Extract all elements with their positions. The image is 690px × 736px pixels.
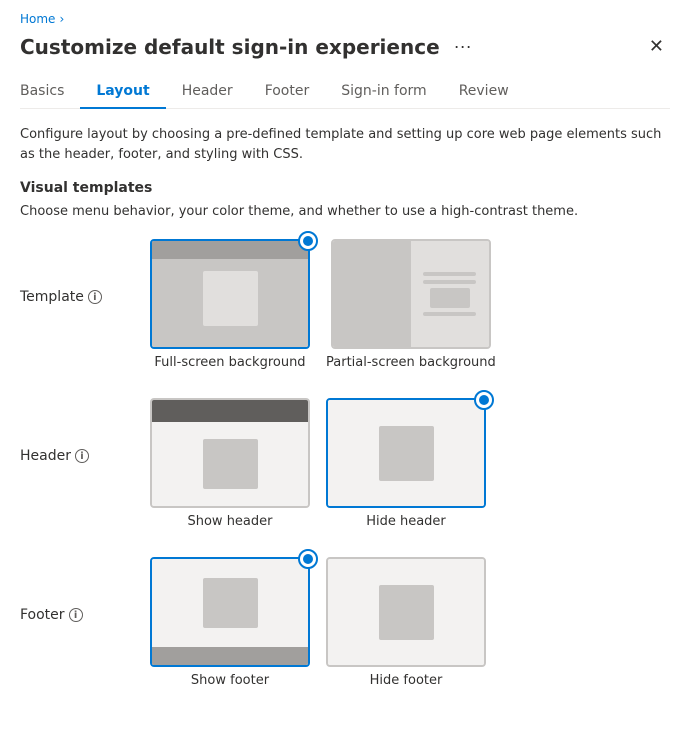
tab-review[interactable]: Review	[443, 75, 525, 109]
footer-label: Footer i	[20, 557, 150, 623]
partial-right	[411, 241, 489, 347]
hide-footer-preview	[328, 559, 484, 665]
footer-option-show[interactable]: Show footer	[150, 557, 310, 688]
page-title: Customize default sign-in experience	[20, 35, 440, 59]
partial-line-2	[423, 280, 476, 284]
hide-header-inner	[379, 426, 434, 481]
tab-basics[interactable]: Basics	[20, 75, 80, 109]
header-row: Header i Show header	[20, 398, 670, 529]
footer-row: Footer i Show footer	[20, 557, 670, 688]
template-fullscreen-radio	[298, 231, 318, 251]
show-header-preview	[152, 400, 308, 506]
partial-left	[333, 241, 411, 347]
show-header-inner	[203, 439, 258, 489]
header-option-show[interactable]: Show header	[150, 398, 310, 529]
template-option-partial[interactable]: Partial-screen background	[326, 239, 496, 370]
template-partial-label: Partial-screen background	[326, 355, 496, 370]
hide-header-preview	[328, 400, 484, 506]
title-area: Customize default sign-in experience ···	[20, 34, 478, 59]
partial-box	[430, 288, 470, 308]
show-header-frame	[150, 398, 310, 508]
footer-options: Show footer Hide footer	[150, 557, 486, 688]
template-row: Template i Full-screen background	[20, 239, 670, 370]
show-footer-preview	[152, 559, 308, 665]
header-info-icon[interactable]: i	[75, 449, 89, 463]
tab-footer[interactable]: Footer	[249, 75, 326, 109]
footer-option-hide[interactable]: Hide footer	[326, 557, 486, 688]
ellipsis-button[interactable]: ···	[448, 34, 478, 59]
hide-footer-inner	[379, 585, 434, 640]
hide-footer-label: Hide footer	[370, 673, 443, 688]
show-footer-frame	[150, 557, 310, 667]
breadcrumb-separator: ›	[59, 12, 64, 26]
tab-bar: Basics Layout Header Footer Sign-in form…	[20, 75, 670, 109]
template-fullscreen-frame	[150, 239, 310, 349]
hide-header-frame	[326, 398, 486, 508]
show-header-bar	[152, 400, 308, 422]
visual-templates-desc: Choose menu behavior, your color theme, …	[20, 204, 670, 219]
show-footer-inner	[203, 578, 258, 628]
template-info-icon[interactable]: i	[88, 290, 102, 304]
footer-info-icon[interactable]: i	[69, 608, 83, 622]
page-header: Customize default sign-in experience ···…	[20, 34, 670, 59]
show-header-label: Show header	[187, 514, 272, 529]
template-fullscreen-preview	[152, 241, 308, 347]
show-footer-bar	[152, 647, 308, 665]
breadcrumb-home[interactable]: Home	[20, 12, 55, 26]
hide-header-label: Hide header	[366, 514, 446, 529]
partial-line-3	[423, 312, 476, 316]
hide-footer-frame	[326, 557, 486, 667]
close-button[interactable]: ✕	[643, 34, 670, 59]
template-options: Full-screen background Partial-s	[150, 239, 496, 370]
tab-signin-form[interactable]: Sign-in form	[325, 75, 442, 109]
show-header-center	[152, 422, 308, 506]
breadcrumb: Home ›	[20, 12, 670, 26]
show-footer-label: Show footer	[191, 673, 269, 688]
layout-description: Configure layout by choosing a pre-defin…	[20, 125, 670, 164]
partial-line-1	[423, 272, 476, 276]
visual-templates-title: Visual templates	[20, 180, 670, 196]
template-label: Template i	[20, 239, 150, 305]
show-footer-radio	[298, 549, 318, 569]
template-partial-preview	[333, 241, 489, 347]
template-fullscreen-label: Full-screen background	[154, 355, 305, 370]
template-partial-frame	[331, 239, 491, 349]
hide-header-radio	[474, 390, 494, 410]
tab-layout[interactable]: Layout	[80, 75, 165, 109]
header-label: Header i	[20, 398, 150, 464]
header-options: Show header Hide header	[150, 398, 486, 529]
show-footer-body	[152, 559, 308, 647]
tab-header[interactable]: Header	[166, 75, 249, 109]
fullscreen-center-box	[203, 271, 258, 326]
fullscreen-header-bar	[152, 241, 308, 259]
template-option-fullscreen[interactable]: Full-screen background	[150, 239, 310, 370]
header-option-hide[interactable]: Hide header	[326, 398, 486, 529]
